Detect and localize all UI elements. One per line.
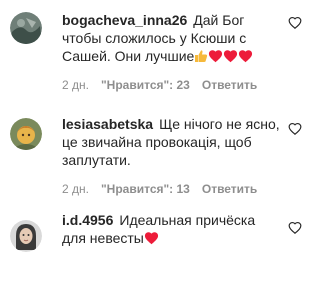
like-heart-icon[interactable] [288,16,302,30]
comment-text-block: lesiasabetska Ще нічого не ясно, це звича… [62,115,282,169]
like-count[interactable]: "Нравится": 13 [101,182,190,196]
avatar[interactable] [10,220,42,252]
like-heart-icon[interactable] [288,122,302,136]
like-heart-icon[interactable] [288,221,302,235]
comment-username[interactable]: lesiasabetska [62,116,153,132]
comment-meta: 2 дн. "Нравится": 13 Ответить [62,182,257,196]
red-heart-icon [238,49,253,67]
comment-meta: 2 дн. "Нравится": 23 Ответить [62,78,257,92]
reply-button[interactable]: Ответить [202,78,257,92]
comment-age[interactable]: 2 дн. [62,78,89,92]
comment-age[interactable]: 2 дн. [62,182,89,196]
comment-text-block: i.d.4956 Идеальная причёска для невесты [62,211,282,249]
comment-username[interactable]: bogacheva_inna26 [62,12,187,28]
thumbs-up-icon [194,49,208,67]
like-count[interactable]: "Нравится": 23 [101,78,190,92]
red-heart-icon [223,49,238,67]
red-heart-icon [144,231,159,249]
red-heart-icon [208,49,223,67]
comment-text-block: bogacheva_inna26 Дай Бог чтобы сложилось … [62,11,282,67]
avatar[interactable] [10,118,42,150]
reply-button[interactable]: Ответить [202,182,257,196]
comment-username[interactable]: i.d.4956 [62,212,113,228]
avatar[interactable] [10,12,42,44]
